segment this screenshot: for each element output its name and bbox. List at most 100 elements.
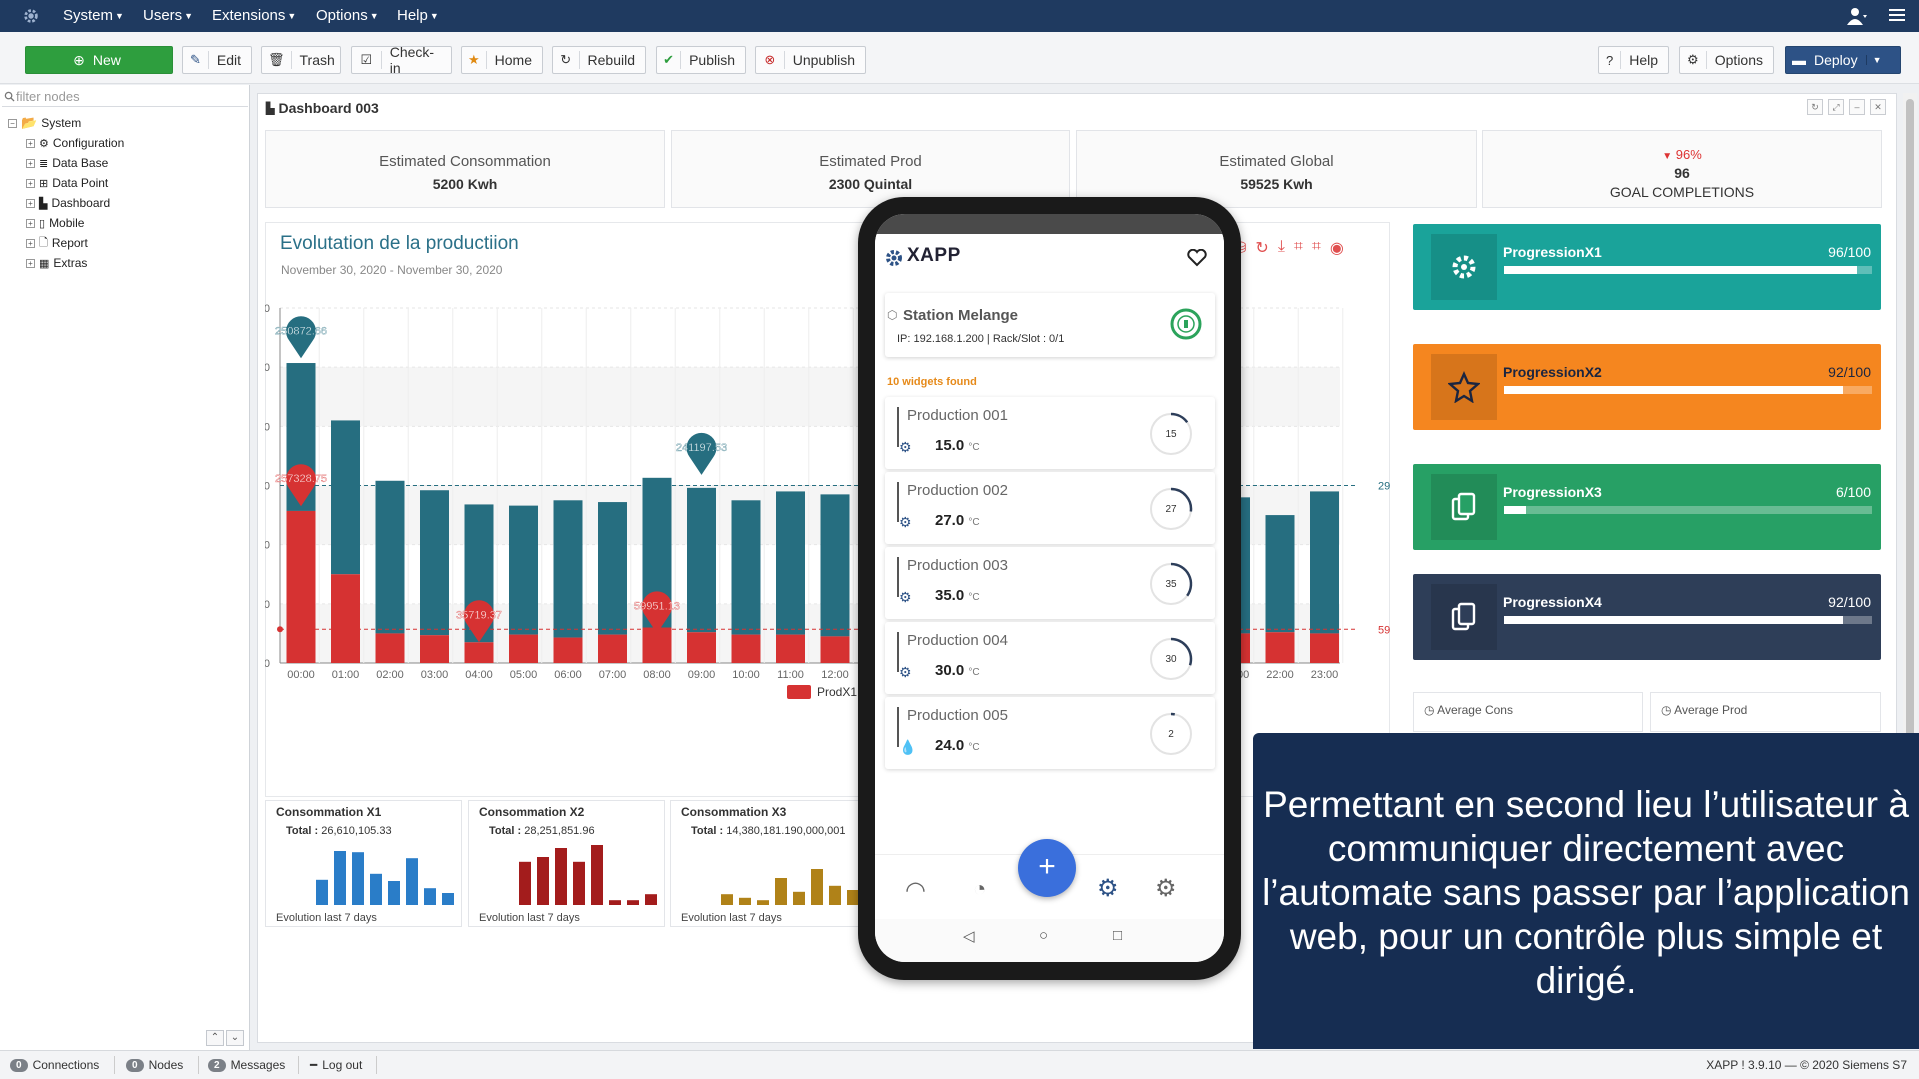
android-nav-bar (875, 919, 1224, 962)
mini-chart-consommation-x2: Consommation X2 Total : 28,251,851.96 Ev… (468, 800, 665, 927)
add-widget-button[interactable]: + (1018, 839, 1076, 897)
mini-bar (370, 873, 382, 905)
gauge-value: 2 (1168, 729, 1174, 740)
progress-bar (1504, 616, 1872, 624)
zoom-icon[interactable]: ⌗ (1294, 238, 1303, 258)
y-tick-label: 500,000 (265, 362, 270, 374)
home-icon[interactable]: ○ (1039, 927, 1048, 944)
messages-status[interactable]: 2 Messages (208, 1058, 285, 1072)
x-tick-label: 06:00 (554, 669, 582, 681)
bar-series2 (1310, 491, 1339, 634)
expand-up-icon[interactable]: ⌃ (206, 1030, 224, 1046)
restore-icon[interactable]: ↻ (1255, 238, 1268, 258)
plus-circle-icon: ⊕ (73, 51, 85, 68)
bar-series2 (776, 491, 805, 635)
version-info: XAPP ! 3.9.10 — © 2020 Siemens S7 (1706, 1058, 1907, 1072)
zoom-reset-icon[interactable]: ⌗ (1312, 238, 1321, 258)
control-nav-icon[interactable]: ⚙ (1155, 874, 1177, 903)
progression-card-x3: ProgressionX3 6/100 (1413, 464, 1881, 550)
connections-status[interactable]: 0 Connections (10, 1058, 99, 1072)
tree-item-dashboard[interactable]: + ▙ Dashboard (26, 195, 110, 211)
station-card[interactable]: ⬡ Station Melange IP: 192.168.1.200 | Ra… (885, 293, 1215, 357)
phone-status-bar (875, 214, 1224, 234)
marker-label: 59951.13 (634, 600, 680, 612)
tree-item-datapoint[interactable]: + ⊞ Data Point (26, 175, 108, 191)
tree-item-extras[interactable]: + ▦ Extras (26, 255, 87, 271)
app-logo-icon[interactable] (22, 7, 40, 25)
mark-line-label: 59783 (1378, 624, 1390, 636)
chevron-down-icon[interactable]: ▼ (1865, 55, 1882, 65)
progression-card-x2: ProgressionX2 92/100 (1413, 344, 1881, 430)
mini-bar (442, 893, 454, 905)
y-tick-label: 400,000 (265, 421, 270, 433)
widget-card[interactable]: Production 001 ⚙ 15.0 °C 15 (885, 397, 1215, 469)
app-name: XAPP (907, 245, 961, 266)
widget-card[interactable]: Production 003 ⚙ 35.0 °C 35 (885, 547, 1215, 619)
tree-item-database[interactable]: + ≣ Data Base (26, 155, 108, 171)
chart-nav-icon[interactable]: ◔ (973, 876, 986, 902)
goal-delta: ▼ 96% (1662, 147, 1702, 162)
settings-nav-icon[interactable]: ⚙ (1097, 874, 1119, 903)
mark-line-label: 29425 (1378, 481, 1390, 493)
mini-bar (537, 857, 549, 905)
hamburger-menu-icon[interactable] (1889, 7, 1905, 23)
widget-card[interactable]: Production 002 ⚙ 27.0 °C 27 (885, 472, 1215, 544)
menu-users[interactable]: Users ▼ (143, 7, 193, 24)
expand-down-icon[interactable]: ⌄ (226, 1030, 244, 1046)
publish-button[interactable]: ✔ Publish (656, 46, 746, 74)
chart-toolbox: ⛁ ↻ ⤓ ⌗ ⌗ ◉ (1233, 238, 1344, 258)
clock-icon: ◷ (1661, 703, 1672, 717)
edit-button[interactable]: ✎ Edit (182, 46, 252, 74)
x-tick-label: 11:00 (777, 669, 804, 681)
bar-series2 (331, 420, 360, 575)
new-button[interactable]: ⊕ New (25, 46, 173, 74)
tree-item-report[interactable]: + 🗋 Report (26, 235, 88, 251)
rebuild-button[interactable]: ↻ Rebuild (552, 46, 646, 74)
widget-card[interactable]: Production 004 ⚙ 30.0 °C 30 (885, 622, 1215, 694)
options-button[interactable]: ⚙ Options (1679, 46, 1774, 74)
home-button[interactable]: ★ Home (461, 46, 543, 74)
gauge-value: 30 (1165, 654, 1177, 665)
check-icon: ✔ (663, 51, 682, 69)
filter-nodes-input[interactable]: filter nodes (2, 87, 248, 107)
x-tick-label: 00:00 (287, 669, 315, 681)
heart-icon[interactable] (1187, 249, 1207, 267)
menu-system[interactable]: System ▼ (63, 7, 124, 24)
nodes-status[interactable]: 0 Nodes (126, 1058, 183, 1072)
widget-card[interactable]: Production 005 💧 24.0 °C 2 (885, 697, 1215, 769)
kpi-goal-completions: ▼ 96% 96 GOAL COMPLETIONS (1482, 130, 1882, 208)
back-icon[interactable]: ◁ (963, 927, 975, 945)
mini-bar (775, 878, 787, 905)
grid-icon: ▦ (39, 257, 50, 270)
recents-icon[interactable]: □ (1113, 927, 1122, 944)
collapse-icon[interactable]: − (8, 118, 17, 128)
checkin-button[interactable]: ☑ Check-in (351, 44, 452, 76)
eye-icon[interactable]: ◉ (1330, 238, 1344, 258)
mobile-icon: ▯ (39, 217, 46, 230)
mini-bar (555, 848, 567, 905)
mini-bar (829, 885, 841, 905)
close-icon[interactable]: ✕ (1870, 99, 1886, 115)
user-icon[interactable] (1847, 7, 1867, 25)
maximize-icon[interactable]: ⤢ (1828, 99, 1844, 115)
x-tick-label: 22:00 (1266, 669, 1294, 681)
deploy-button[interactable]: ▬ Deploy ▼ (1785, 46, 1901, 74)
menu-help[interactable]: Help ▼ (397, 7, 439, 24)
minimize-icon[interactable]: – (1849, 99, 1865, 115)
menu-extensions[interactable]: Extensions ▼ (212, 7, 296, 24)
help-button[interactable]: ? Help (1598, 46, 1669, 74)
logout-link[interactable]: ━ Log out (310, 1058, 362, 1072)
download-icon[interactable]: ⤓ (1278, 238, 1285, 258)
gauge-nav-icon[interactable]: ◠ (905, 876, 926, 905)
tree-item-mobile[interactable]: + ▯ Mobile (26, 215, 84, 231)
unpublish-button[interactable]: ⊗ Unpublish (755, 46, 866, 74)
tree-root-system[interactable]: − 📂 System (8, 115, 81, 131)
mini-bar (739, 897, 751, 905)
gauge-widget: 27 (1150, 487, 1193, 530)
mini-bar (352, 852, 364, 905)
menu-options[interactable]: Options ▼ (316, 7, 379, 24)
trash-button[interactable]: 🗑 Trash (261, 46, 341, 74)
tree-item-configuration[interactable]: + ⚙ Configuration (26, 135, 124, 151)
x-tick-label: 23:00 (1311, 669, 1339, 681)
refresh-icon[interactable]: ↻ (1807, 99, 1823, 115)
